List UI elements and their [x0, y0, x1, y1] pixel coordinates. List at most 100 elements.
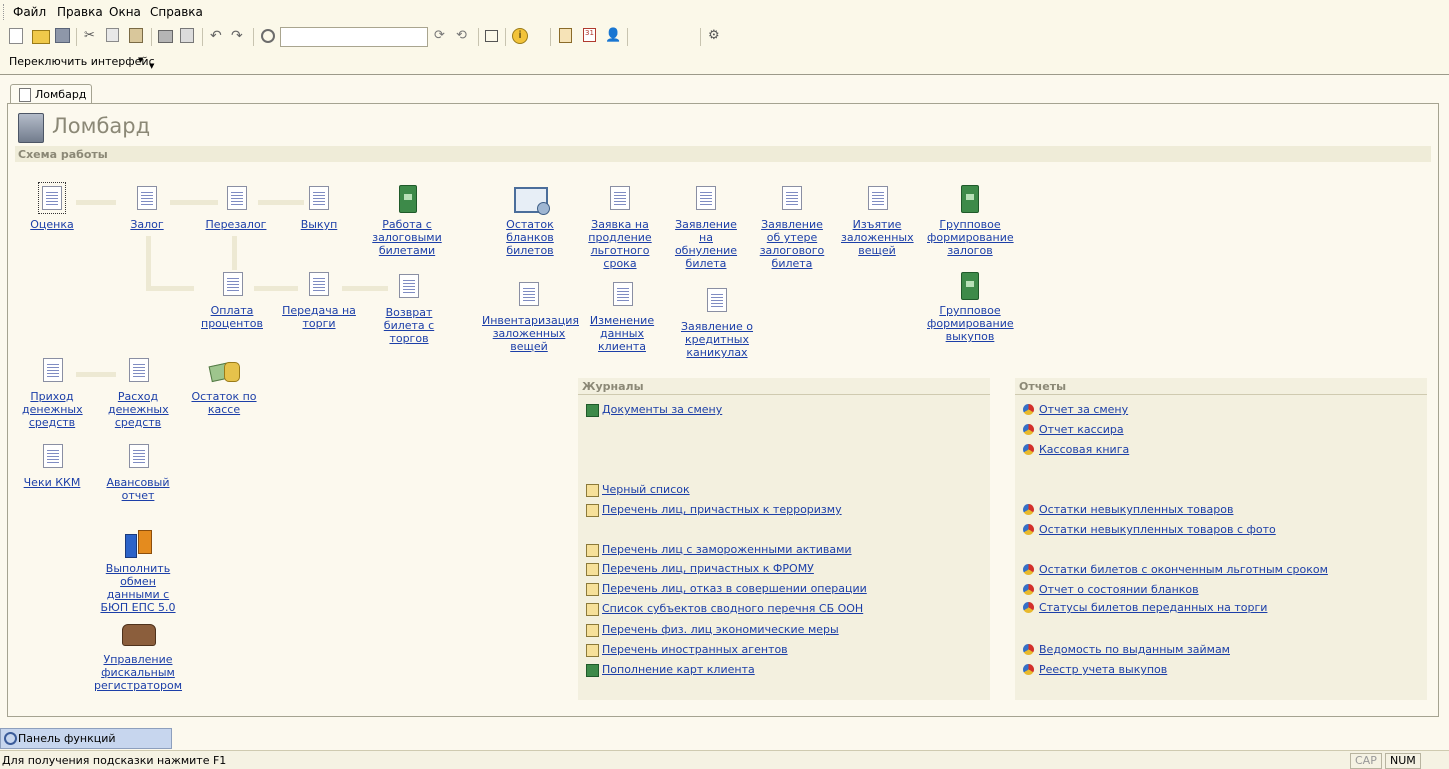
chevron-down-icon[interactable]: ▼ [149, 62, 154, 70]
repledge-link[interactable]: Перезалог [201, 218, 271, 231]
users-icon[interactable]: 👤 [605, 28, 621, 44]
undo-icon[interactable]: ↶ [210, 28, 226, 44]
journal-link[interactable]: Перечень лиц, отказ в совершении операци… [602, 582, 867, 595]
search-input[interactable] [280, 27, 428, 47]
fiscal-register-icon[interactable] [122, 624, 156, 646]
item-withdrawal-link[interactable]: Изъятие заложенных вещей [841, 218, 914, 257]
evaluation-doc-icon[interactable] [38, 182, 66, 214]
redemption-link[interactable]: Выкуп [289, 218, 349, 231]
copy-icon[interactable] [106, 28, 119, 42]
pledge-tickets-work-link[interactable]: Работа с залоговыми билетами [371, 218, 443, 257]
advance-report-link[interactable]: Авансовый отчет [103, 476, 173, 502]
group-pledges-book-icon[interactable] [961, 185, 979, 213]
calculator-icon[interactable] [559, 28, 572, 43]
open-folder-icon[interactable] [32, 30, 50, 44]
cut-icon[interactable]: ✂ [84, 28, 100, 44]
switch-interface-button[interactable]: Переключить интерфейс [9, 55, 155, 68]
menu-file[interactable]: Файл [13, 5, 46, 19]
journal-link[interactable]: Пополнение карт клиента [602, 663, 755, 676]
pledge-doc-icon[interactable] [137, 186, 157, 210]
ticket-loss-doc-icon[interactable] [782, 186, 802, 210]
grace-extension-link[interactable]: Заявка на продление льготного срока [585, 218, 655, 270]
data-exchange-link[interactable]: Выполнить обмен данными с БЮП ЕПС 5.0 [98, 562, 178, 614]
find-prev-icon[interactable]: ⟲ [456, 28, 472, 44]
auction-return-doc-icon[interactable] [399, 274, 419, 298]
credit-holidays-link[interactable]: Заявление о кредитных каникулах [679, 320, 755, 359]
journal-link[interactable]: Перечень физ. лиц экономические меры [602, 623, 839, 636]
chevron-down-icon[interactable]: ▼ [138, 56, 143, 64]
inventory-doc-icon[interactable] [519, 282, 539, 306]
cash-in-doc-icon[interactable] [43, 358, 63, 382]
cash-balance-link[interactable]: Остаток по кассе [189, 390, 259, 416]
kkm-checks-doc-icon[interactable] [43, 444, 63, 468]
report-link[interactable]: Отчет о состоянии бланков [1039, 583, 1199, 596]
data-exchange-icon[interactable] [123, 528, 153, 558]
redo-icon[interactable]: ↷ [231, 28, 247, 44]
report-link[interactable]: Статусы билетов переданных на торги [1039, 601, 1267, 614]
report-link[interactable]: Остатки невыкупленных товаров с фото [1039, 523, 1276, 536]
save-icon[interactable] [55, 28, 70, 43]
auction-transfer-doc-icon[interactable] [309, 272, 329, 296]
fiscal-register-link[interactable]: Управление фискальным регистратором [94, 653, 182, 692]
journal-link[interactable]: Перечень иностранных агентов [602, 643, 788, 656]
journal-link[interactable]: Черный список [602, 483, 690, 496]
repledge-doc-icon[interactable] [227, 186, 247, 210]
reports-group: Отчеты Отчет за смену Отчет кассира Касс… [1015, 378, 1427, 700]
print-icon[interactable] [158, 30, 173, 43]
client-change-doc-icon[interactable] [613, 282, 633, 306]
group-pledges-link[interactable]: Групповое формирование залогов [927, 218, 1014, 257]
interest-payment-doc-icon[interactable] [223, 272, 243, 296]
journal-link[interactable]: Перечень лиц с замороженными активами [602, 543, 852, 556]
kkm-checks-link[interactable]: Чеки ККМ [20, 476, 84, 489]
report-link[interactable]: Отчет за смену [1039, 403, 1128, 416]
journal-link[interactable]: Перечень лиц, причастных к ФРОМУ [602, 562, 814, 575]
settings-icon[interactable]: ⚙ [708, 28, 724, 44]
search-icon[interactable] [261, 29, 275, 43]
report-link[interactable]: Реестр учета выкупов [1039, 663, 1167, 676]
journal-link[interactable]: Перечень лиц, причастных к терроризму [602, 503, 842, 516]
item-withdrawal-doc-icon[interactable] [868, 186, 888, 210]
pledge-link[interactable]: Залог [117, 218, 177, 231]
journal-link[interactable]: Документы за смену [602, 403, 722, 416]
auction-return-link[interactable]: Возврат билета с торгов [379, 306, 439, 345]
report-link[interactable]: Остатки невыкупленных товаров [1039, 503, 1233, 516]
windows-icon[interactable] [485, 30, 498, 42]
inventory-link[interactable]: Инвентаризация заложенных вещей [482, 314, 579, 353]
client-change-link[interactable]: Изменение данных клиента [576, 314, 668, 353]
function-panel-button[interactable]: Панель функций [0, 728, 172, 749]
evaluation-link[interactable]: Оценка [22, 218, 82, 231]
print-preview-icon[interactable] [180, 28, 194, 43]
menu-windows[interactable]: Окна [109, 5, 141, 19]
cash-out-doc-icon[interactable] [129, 358, 149, 382]
find-next-icon[interactable]: ⟳ [434, 28, 450, 44]
blank-balance-icon[interactable] [514, 187, 550, 215]
ticket-reset-doc-icon[interactable] [696, 186, 716, 210]
info-icon[interactable]: i [512, 28, 528, 44]
menu-help[interactable]: Справка [150, 5, 203, 19]
advance-report-doc-icon[interactable] [129, 444, 149, 468]
report-link[interactable]: Ведомость по выданным займам [1039, 643, 1230, 656]
report-link[interactable]: Остатки билетов с оконченным льготным ср… [1039, 563, 1328, 576]
cash-out-link[interactable]: Расход денежных средств [108, 390, 169, 429]
group-redemptions-link[interactable]: Групповое формирование выкупов [927, 304, 1014, 343]
cash-balance-icon[interactable] [210, 360, 240, 382]
auction-transfer-link[interactable]: Передача на торги [281, 304, 357, 330]
tab-lombard[interactable]: Ломбард [10, 84, 92, 105]
paste-icon[interactable] [129, 28, 143, 43]
ticket-reset-link[interactable]: Заявление на обнуление билета [667, 218, 745, 270]
redemption-doc-icon[interactable] [309, 186, 329, 210]
calendar-icon[interactable]: 31 [583, 28, 596, 42]
new-document-icon[interactable] [9, 28, 23, 44]
menu-edit[interactable]: Правка [57, 5, 103, 19]
report-link[interactable]: Отчет кассира [1039, 423, 1124, 436]
cash-in-link[interactable]: Приход денежных средств [22, 390, 83, 429]
journal-link[interactable]: Список субъектов сводного перечня СБ ООН [602, 602, 863, 615]
credit-holidays-doc-icon[interactable] [707, 288, 727, 312]
pledge-tickets-book-icon[interactable] [399, 185, 417, 213]
report-link[interactable]: Кассовая книга [1039, 443, 1129, 456]
grace-extension-doc-icon[interactable] [610, 186, 630, 210]
interest-payment-link[interactable]: Оплата процентов [199, 304, 265, 330]
ticket-loss-link[interactable]: Заявление об утере залогового билета [753, 218, 831, 270]
blank-balance-link[interactable]: Остаток бланков билетов [484, 218, 576, 257]
group-redemptions-book-icon[interactable] [961, 272, 979, 300]
